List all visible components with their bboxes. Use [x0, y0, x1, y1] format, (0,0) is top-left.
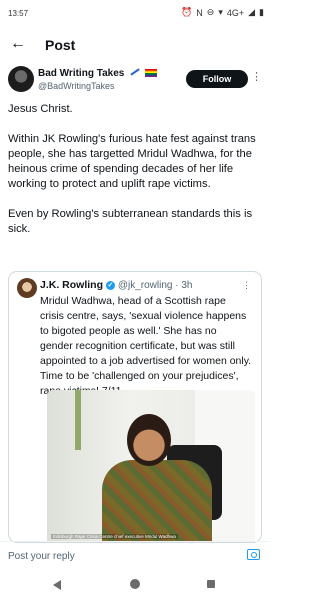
quoted-avatar	[17, 278, 37, 298]
verified-badge-icon: ✓	[105, 281, 115, 290]
post-paragraph: Even by Rowling's subterranean standards…	[8, 208, 253, 235]
rainbow-flag-icon	[144, 69, 157, 77]
author-name-text: Bad Writing Takes	[38, 68, 125, 79]
signal-icon: ◢	[248, 7, 256, 17]
pen-icon	[130, 68, 140, 76]
author-handle: @BadWritingTakes	[38, 81, 115, 91]
post-paragraph: Jesus Christ.	[8, 103, 73, 115]
quoted-handle-time: @jk_rowling · 3h	[117, 280, 193, 291]
back-arrow-icon[interactable]: ←	[10, 36, 26, 52]
quoted-image[interactable]: Edinburgh Rape Crisis Centre chief execu…	[47, 390, 255, 542]
net-label: 4G+	[226, 7, 245, 18]
quoted-post[interactable]: J.K. Rowling ✓ @jk_rowling · 3h ⋮ Mridul…	[8, 271, 262, 543]
wifi-icon: ▾	[218, 7, 223, 17]
battery-icon: ▮	[259, 7, 264, 17]
nav-back-icon[interactable]	[53, 580, 61, 590]
quoted-text: Mridul Wadhwa, head of a Scottish rape c…	[40, 295, 252, 397]
quoted-more-icon[interactable]: ⋮	[242, 280, 251, 291]
page-title: Post	[45, 37, 76, 53]
image-plant	[75, 390, 81, 450]
nav-home-icon[interactable]	[130, 579, 140, 589]
status-time: 13:57	[8, 9, 29, 18]
nav-recents-icon[interactable]	[207, 580, 215, 588]
image-person-head	[127, 414, 171, 466]
quoted-author-name: J.K. Rowling	[40, 279, 103, 291]
image-person-body	[102, 460, 212, 542]
alarm-icon: ⏰	[181, 7, 193, 17]
image-caption: Edinburgh Rape Crisis Centre chief execu…	[51, 534, 178, 539]
author-name[interactable]: Bad Writing Takes	[38, 68, 157, 79]
reply-bar: Post your reply	[0, 541, 270, 570]
quoted-author: J.K. Rowling ✓ @jk_rowling · 3h	[40, 279, 192, 291]
n-icon: N	[196, 7, 203, 18]
post-author: Bad Writing Takes @BadWritingTakes Follo…	[8, 66, 262, 98]
post-header: ← Post	[0, 30, 270, 60]
follow-button[interactable]: Follow	[186, 70, 248, 88]
status-bar: 13:57 ⏰ N ⊖ ▾ 4G+ ◢ ▮	[0, 0, 270, 30]
status-icons: ⏰ N ⊖ ▾ 4G+ ◢ ▮	[181, 7, 264, 18]
post-body: Jesus Christ. Within JK Rowling's furiou…	[8, 102, 262, 252]
system-nav-bar	[0, 569, 270, 600]
avatar[interactable]	[8, 66, 34, 92]
camera-icon[interactable]	[247, 549, 260, 560]
reply-input[interactable]: Post your reply	[8, 551, 75, 562]
post-paragraph: Within JK Rowling's furious hate fest ag…	[8, 133, 256, 190]
more-options-icon[interactable]: ⋮	[251, 70, 262, 83]
dnd-icon: ⊖	[206, 7, 215, 17]
